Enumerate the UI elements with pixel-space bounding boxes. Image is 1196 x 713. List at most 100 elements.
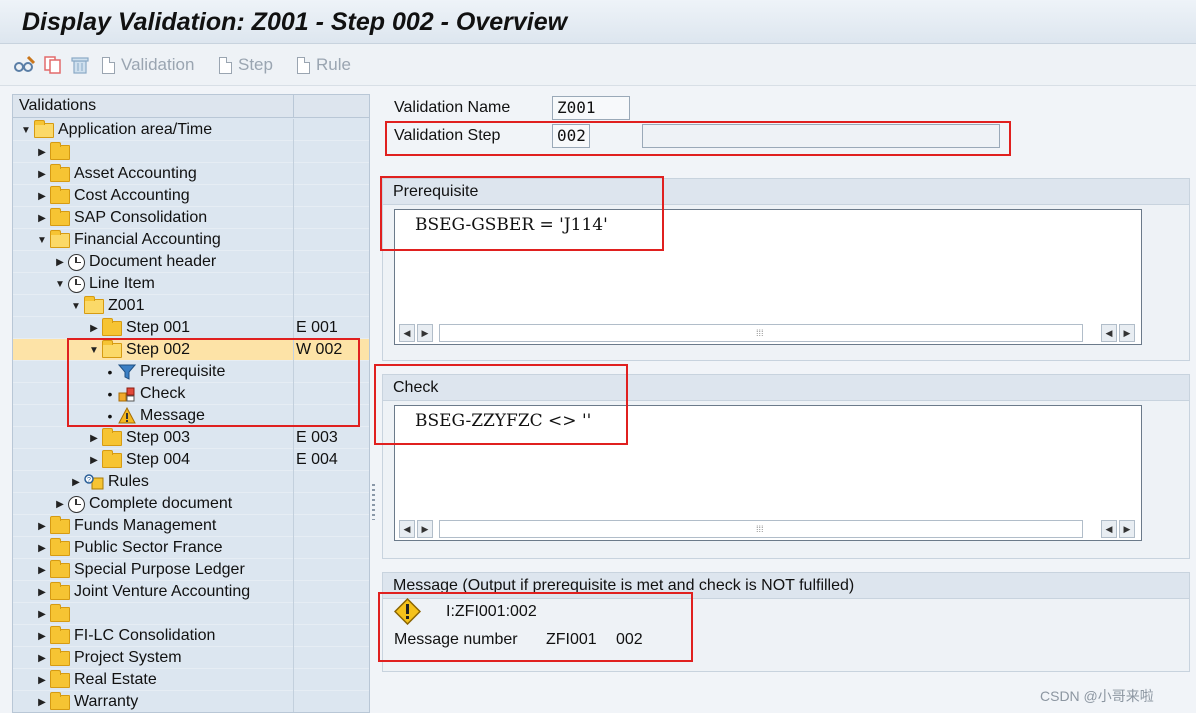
scroll-left-icon[interactable]: ◀ [399,324,415,342]
collapsed-triangle-icon[interactable]: ▶ [37,213,47,224]
collapsed-triangle-icon[interactable]: ▶ [37,521,47,532]
tree-row-label: Financial Accounting [74,231,221,248]
scroll-track[interactable]: ⁞⁞⁞ [439,324,1083,342]
collapsed-triangle-icon[interactable]: ▶ [55,499,65,510]
validation-name-field[interactable]: Z001 [552,96,630,120]
tree-row-label: Public Sector France [74,539,223,556]
horizontal-scrollbar[interactable]: ◀ ▶ ⁞⁞⁞ ◀ ▶ [397,520,1139,538]
scroll-left-icon[interactable]: ◀ [1101,520,1117,538]
clock-icon [68,275,85,293]
tree-row-unnamed-2[interactable]: ▶ [13,603,369,625]
clock-icon [68,253,85,271]
highlight-box-step [385,121,1011,156]
tree-row-rules[interactable]: ▶ ? Rules [13,471,369,493]
expanded-triangle-icon[interactable]: ▼ [55,279,65,290]
tree-row-unnamed-1[interactable]: ▶ [13,141,369,163]
tree-row-step-003[interactable]: ▶ Step 003 E 003 [13,427,369,449]
horizontal-scrollbar[interactable]: ◀ ▶ ⁞⁞⁞ ◀ ▶ [397,324,1139,342]
expanded-triangle-icon[interactable]: ▼ [21,125,31,136]
tree-row-z001[interactable]: ▼ Z001 [13,295,369,317]
collapsed-triangle-icon[interactable]: ▶ [37,565,47,576]
tree-row-public-sector-france[interactable]: ▶ Public Sector France [13,537,369,559]
scroll-right-icon[interactable]: ▶ [417,324,433,342]
folder-icon [50,603,70,622]
folder-icon [50,647,70,666]
collapsed-triangle-icon[interactable]: ▶ [37,169,47,180]
collapsed-triangle-icon[interactable]: ▶ [55,257,65,268]
folder-icon [102,427,122,446]
application-toolbar: Validation Step Rule [0,44,1196,86]
tree-row-funds-management[interactable]: ▶ Funds Management [13,515,369,537]
scroll-left-icon[interactable]: ◀ [399,520,415,538]
step-type-value: E 003 [296,429,338,446]
new-rule-button[interactable]: Rule [297,53,351,77]
scroll-right-icon[interactable]: ▶ [1119,520,1135,538]
step-type-value: E 004 [296,451,338,468]
scroll-right-icon[interactable]: ▶ [417,520,433,538]
tree-row-warranty[interactable]: ▶ Warranty [13,691,369,712]
tree-row-real-estate[interactable]: ▶ Real Estate [13,669,369,691]
folder-icon [50,537,70,556]
collapsed-triangle-icon[interactable]: ▶ [37,675,47,686]
tree-row-financial-accounting[interactable]: ▼ Financial Accounting [13,229,369,251]
document-icon [297,56,310,74]
tree-row-cost-accounting[interactable]: ▶ Cost Accounting [13,185,369,207]
folder-icon [50,141,70,160]
collapsed-triangle-icon[interactable]: ▶ [89,433,99,444]
scroll-track[interactable]: ⁞⁞⁞ [439,520,1083,538]
tree-row-label: Asset Accounting [74,165,197,182]
tree-row-step-001[interactable]: ▶ Step 001 E 001 [13,317,369,339]
validation-name-label: Validation Name [394,99,511,116]
tree-row-joint-venture-accounting[interactable]: ▶ Joint Venture Accounting [13,581,369,603]
collapsed-triangle-icon[interactable]: ▶ [37,653,47,664]
scroll-left-icon[interactable]: ◀ [1101,324,1117,342]
tree-row-label: Application area/Time [58,121,213,138]
new-step-button[interactable]: Step [219,53,273,77]
tree-row-fi-lc-consolidation[interactable]: ▶ FI-LC Consolidation [13,625,369,647]
tree-row-label: Document header [89,253,217,270]
collapsed-triangle-icon[interactable]: ▶ [37,543,47,554]
tree-row-asset-accounting[interactable]: ▶ Asset Accounting [13,163,369,185]
collapsed-triangle-icon[interactable]: ▶ [37,631,47,642]
tree-row-label: Step 001 [126,319,191,336]
tree-row-label: SAP Consolidation [74,209,208,226]
tree-row-document-header[interactable]: ▶ Document header [13,251,369,273]
scroll-right-icon[interactable]: ▶ [1119,324,1135,342]
document-icon [102,56,115,74]
collapsed-triangle-icon[interactable]: ▶ [37,191,47,202]
copy-button[interactable] [43,53,63,77]
collapsed-triangle-icon[interactable]: ▶ [37,147,47,158]
tree-row-project-system[interactable]: ▶ Project System [13,647,369,669]
validation-button-label: Validation [121,55,195,74]
collapsed-triangle-icon[interactable]: ▶ [37,697,47,708]
collapsed-triangle-icon[interactable]: ▶ [37,609,47,620]
display-change-button[interactable] [14,53,36,77]
folder-icon [50,207,70,226]
tree-row-complete-document[interactable]: ▶ Complete document [13,493,369,515]
collapsed-triangle-icon[interactable]: ▶ [89,455,99,466]
collapsed-triangle-icon[interactable]: ▶ [37,587,47,598]
page-title: Display Validation: Z001 - Step 002 - Ov… [22,8,568,36]
step-type-value: E 001 [296,319,338,336]
expanded-triangle-icon[interactable]: ▼ [71,301,81,312]
tree-header-label: Validations [19,97,97,114]
folder-icon [102,449,122,468]
tree-header: Validations [13,95,369,118]
delete-button[interactable] [70,53,90,77]
tree-row-step-004[interactable]: ▶ Step 004 E 004 [13,449,369,471]
expanded-triangle-icon[interactable]: ▼ [37,235,47,246]
tree-row-label: Project System [74,649,182,666]
glasses-pencil-icon [14,55,36,72]
tree-row-application-area[interactable]: ▼ Application area/Time [13,119,369,141]
tree-row-label: Cost Accounting [74,187,190,204]
highlight-box-check [374,364,628,445]
tree-row-special-purpose-ledger[interactable]: ▶ Special Purpose Ledger [13,559,369,581]
new-validation-button[interactable]: Validation [102,53,194,77]
open-folder-icon [50,229,70,248]
tree-row-line-item[interactable]: ▼ Line Item [13,273,369,295]
folder-icon [50,625,70,644]
collapsed-triangle-icon[interactable]: ▶ [71,477,81,488]
tree-row-sap-consolidation[interactable]: ▶ SAP Consolidation [13,207,369,229]
pane-splitter[interactable] [372,484,375,520]
collapsed-triangle-icon[interactable]: ▶ [89,323,99,334]
